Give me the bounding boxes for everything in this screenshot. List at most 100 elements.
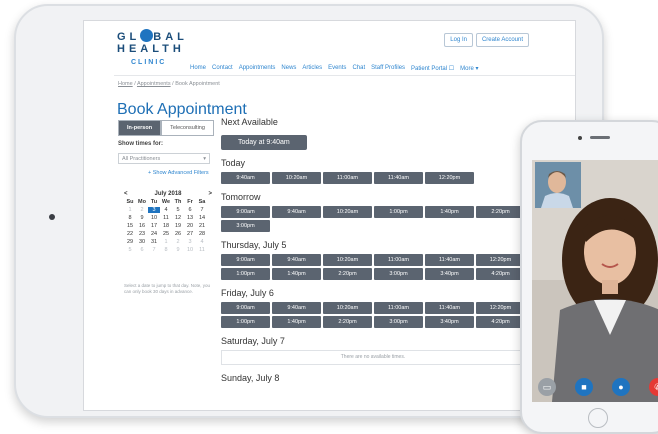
time-slot-button[interactable]: 9:40am — [221, 172, 270, 184]
calendar-day[interactable]: 31 — [148, 239, 160, 245]
nav-item[interactable]: Home — [190, 65, 206, 72]
login-button[interactable]: Log In — [444, 33, 473, 47]
nav-item[interactable]: Staff Profiles — [371, 65, 405, 72]
calendar-day[interactable]: 6 — [184, 207, 196, 213]
calendar-day[interactable]: 12 — [172, 215, 184, 221]
breadcrumb-appointments[interactable]: Appointments — [137, 81, 171, 87]
time-slot-button[interactable]: 10:20am — [272, 172, 321, 184]
calendar-day[interactable]: 1 — [160, 239, 172, 245]
calendar-day[interactable]: 20 — [184, 223, 196, 229]
time-slot-button[interactable]: 3:00pm — [374, 268, 423, 280]
time-slot-button[interactable]: 2:20pm — [323, 316, 372, 328]
calendar-prev-button[interactable]: < — [124, 191, 128, 197]
calendar-day[interactable]: 29 — [124, 239, 136, 245]
calendar-day[interactable]: 27 — [184, 231, 196, 237]
breadcrumb-home[interactable]: Home — [118, 81, 133, 87]
chat-icon[interactable]: ▭ — [538, 378, 556, 396]
calendar-day[interactable]: 23 — [136, 231, 148, 237]
calendar-day[interactable]: 10 — [184, 247, 196, 253]
time-slot-button[interactable]: 2:20pm — [476, 206, 525, 218]
nav-item[interactable]: Articles — [302, 65, 322, 72]
time-slot-button[interactable]: 11:00am — [374, 302, 423, 314]
calendar-day[interactable]: 1 — [124, 207, 136, 213]
nav-item[interactable]: Patient Portal ☐ — [411, 65, 454, 72]
calendar-day[interactable]: 4 — [196, 239, 208, 245]
time-slot-button[interactable]: 9:40am — [272, 254, 321, 266]
time-slot-button[interactable]: 11:40am — [425, 302, 474, 314]
time-slot-button[interactable]: 2:20pm — [323, 268, 372, 280]
calendar-day[interactable]: 9 — [172, 247, 184, 253]
time-slot-button[interactable]: 1:00pm — [221, 268, 270, 280]
time-slot-button[interactable]: 3:00pm — [221, 220, 270, 232]
time-slot-button[interactable]: 10:20am — [323, 254, 372, 266]
calendar-day[interactable]: 25 — [160, 231, 172, 237]
practitioner-select[interactable]: All Practitioners ▾ — [118, 153, 210, 164]
time-slot-button[interactable]: 9:00am — [221, 206, 270, 218]
time-slot-button[interactable]: 1:00pm — [374, 206, 423, 218]
time-slot-button[interactable]: 9:40am — [272, 206, 321, 218]
phone-home-button[interactable] — [588, 408, 608, 428]
time-slot-button[interactable]: 10:20am — [323, 302, 372, 314]
time-slot-button[interactable]: 12:20pm — [476, 302, 525, 314]
calendar-day[interactable]: 22 — [124, 231, 136, 237]
calendar-day[interactable]: 21 — [196, 223, 208, 229]
calendar-day[interactable]: 8 — [124, 215, 136, 221]
calendar-day[interactable]: 28 — [196, 231, 208, 237]
calendar-day[interactable]: 11 — [196, 247, 208, 253]
video-camera-icon[interactable]: ■ — [575, 378, 593, 396]
calendar-day[interactable]: 14 — [196, 215, 208, 221]
self-view-thumbnail[interactable] — [535, 162, 581, 208]
microphone-icon[interactable]: ● — [612, 378, 630, 396]
time-slot-button[interactable]: 4:20pm — [476, 316, 525, 328]
time-slot-button[interactable]: 3:40pm — [425, 316, 474, 328]
nav-item[interactable]: News — [281, 65, 296, 72]
tab-teleconsulting[interactable]: Teleconsulting — [161, 120, 214, 136]
calendar-day[interactable]: 4 — [160, 207, 172, 213]
time-slot-button[interactable]: 11:40am — [374, 172, 423, 184]
advanced-filters-link[interactable]: + Show Advanced Filters — [148, 170, 209, 176]
time-slot-button[interactable]: 1:40pm — [425, 206, 474, 218]
calendar-day[interactable]: 2 — [136, 207, 148, 213]
calendar-day[interactable]: 24 — [148, 231, 160, 237]
calendar-day[interactable]: 8 — [160, 247, 172, 253]
calendar-day[interactable]: 2 — [172, 239, 184, 245]
time-slot-button[interactable]: 9:40am — [272, 302, 321, 314]
time-slot-button[interactable]: 3:40pm — [425, 268, 474, 280]
nav-item[interactable]: Events — [328, 65, 346, 72]
calendar-day[interactable]: 3 — [148, 207, 160, 213]
time-slot-button[interactable]: 9:00am — [221, 302, 270, 314]
next-available-button[interactable]: Today at 9:40am — [221, 135, 307, 150]
nav-item[interactable]: Contact — [212, 65, 233, 72]
calendar-day[interactable]: 3 — [184, 239, 196, 245]
calendar-day[interactable]: 9 — [136, 215, 148, 221]
time-slot-button[interactable]: 11:00am — [323, 172, 372, 184]
time-slot-button[interactable]: 12:20pm — [476, 254, 525, 266]
calendar-day[interactable]: 17 — [148, 223, 160, 229]
calendar-day[interactable]: 7 — [196, 207, 208, 213]
time-slot-button[interactable]: 12:20pm — [425, 172, 474, 184]
calendar-day[interactable]: 26 — [172, 231, 184, 237]
nav-item[interactable]: Chat — [352, 65, 365, 72]
calendar-day[interactable]: 10 — [148, 215, 160, 221]
time-slot-button[interactable]: 1:40pm — [272, 268, 321, 280]
time-slot-button[interactable]: 1:40pm — [272, 316, 321, 328]
calendar-day[interactable]: 7 — [148, 247, 160, 253]
calendar-next-button[interactable]: > — [208, 191, 212, 197]
calendar-day[interactable]: 13 — [184, 215, 196, 221]
time-slot-button[interactable]: 4:20pm — [476, 268, 525, 280]
calendar-day[interactable]: 16 — [136, 223, 148, 229]
time-slot-button[interactable]: 11:40am — [425, 254, 474, 266]
tab-in-person[interactable]: In-person — [118, 120, 162, 136]
time-slot-button[interactable]: 1:00pm — [221, 316, 270, 328]
calendar-day[interactable]: 11 — [160, 215, 172, 221]
calendar-day[interactable]: 30 — [136, 239, 148, 245]
nav-item[interactable]: Appointments — [239, 65, 276, 72]
calendar-day[interactable]: 5 — [172, 207, 184, 213]
time-slot-button[interactable]: 10:20am — [323, 206, 372, 218]
calendar-day[interactable]: 5 — [124, 247, 136, 253]
time-slot-button[interactable]: 3:00pm — [374, 316, 423, 328]
clinic-logo[interactable]: GL BAL HEALTH CLINIC — [117, 29, 188, 69]
create-account-button[interactable]: Create Account — [475, 33, 529, 47]
calendar-day[interactable]: 18 — [160, 223, 172, 229]
time-slot-button[interactable]: 9:00am — [221, 254, 270, 266]
